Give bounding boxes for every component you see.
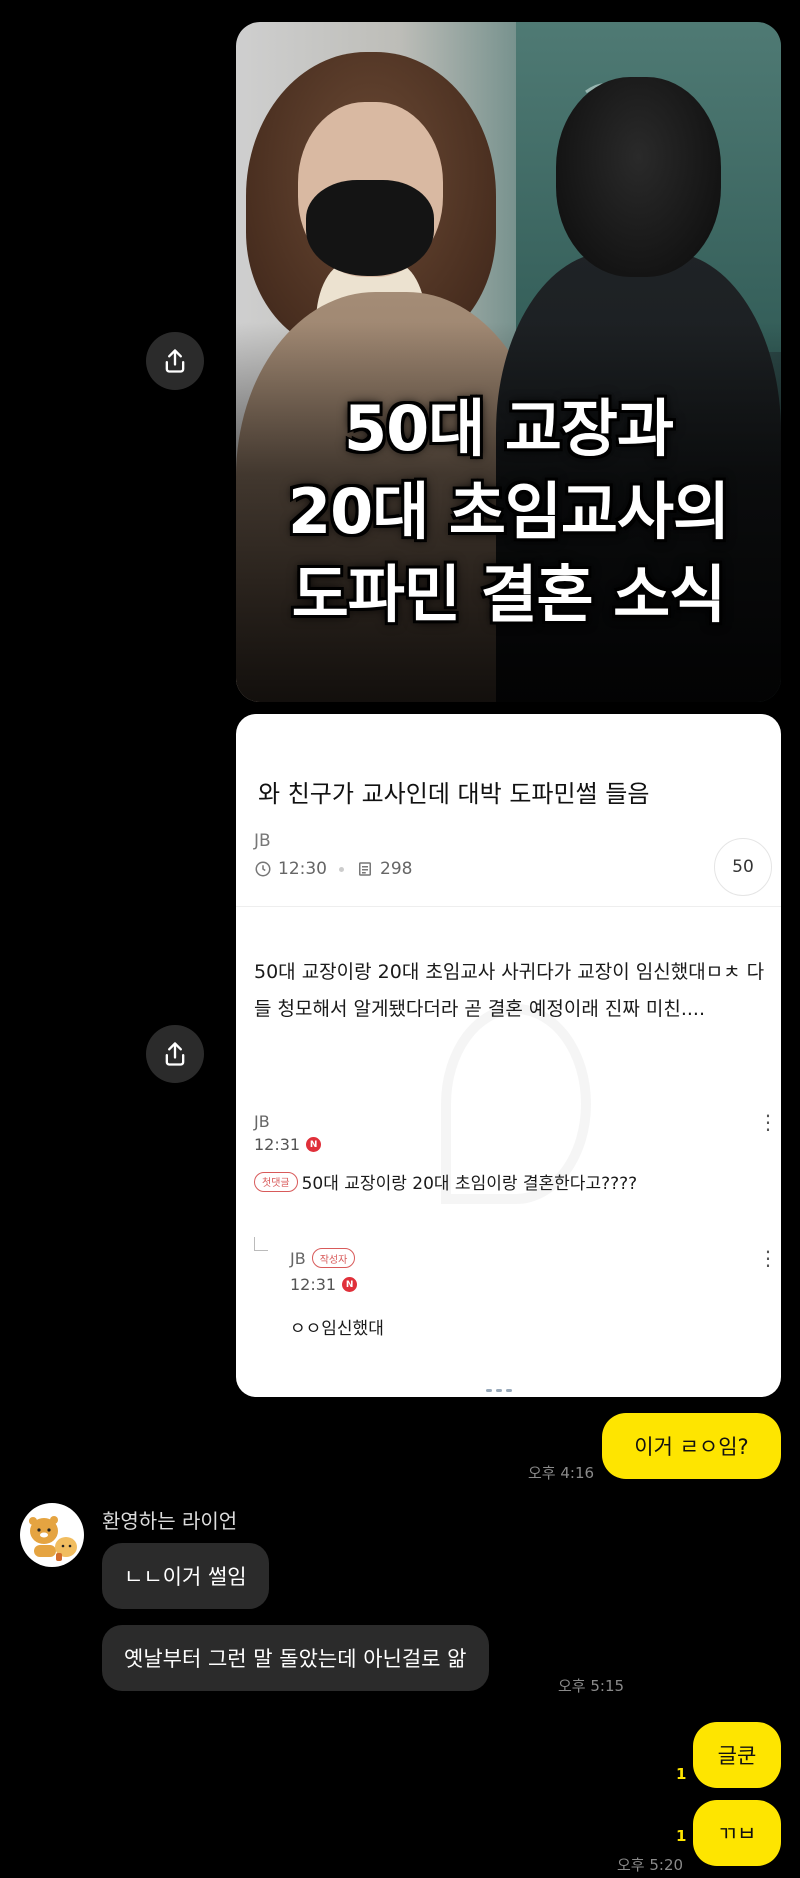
my-message-bubble[interactable]: 이거 ㄹㅇ임? bbox=[602, 1413, 781, 1479]
document-icon bbox=[359, 862, 371, 876]
comment-2-author-row: JB 작성자 bbox=[290, 1248, 356, 1268]
image-headline: 50대 교장과 20대 초임교사의 도파민 결혼 소식 bbox=[236, 387, 781, 636]
unread-count: 1 bbox=[676, 1827, 687, 1845]
share-icon bbox=[165, 1042, 185, 1066]
comment-2-time-text: 12:31 bbox=[290, 1275, 337, 1294]
message-time: 오후 4:16 bbox=[528, 1464, 595, 1482]
post-meta: 12:30 298 bbox=[254, 859, 412, 879]
scroll-indicator bbox=[486, 1389, 512, 1392]
message-time: 오후 5:15 bbox=[558, 1677, 625, 1695]
headline-line-1: 50대 교장과 bbox=[343, 392, 674, 465]
new-badge: N bbox=[342, 1277, 358, 1292]
unread-count: 1 bbox=[676, 1765, 687, 1783]
more-vertical-icon[interactable]: ⋮ bbox=[758, 1248, 778, 1268]
headline-line-3: 도파민 결혼 소식 bbox=[291, 558, 726, 631]
post-title: 와 친구가 교사인데 대박 도파민썰 들음 bbox=[258, 780, 650, 808]
clock-icon bbox=[255, 861, 271, 877]
ryan-character-avatar[interactable] bbox=[20, 1503, 84, 1567]
comment-1: 첫댓글 50대 교장이랑 20대 초임이랑 결혼한다고???? bbox=[254, 1169, 637, 1194]
comment-count-badge: 50 bbox=[714, 838, 772, 896]
comment-2-author: JB bbox=[290, 1248, 306, 1268]
share-button-post[interactable] bbox=[146, 1025, 204, 1083]
more-vertical-icon[interactable]: ⋮ bbox=[758, 1112, 778, 1132]
share-icon bbox=[165, 349, 185, 373]
avatar-image bbox=[29, 1516, 77, 1561]
my-message-bubble[interactable]: ㄲㅂ bbox=[693, 1800, 781, 1866]
first-comment-tag: 첫댓글 bbox=[254, 1171, 298, 1192]
comment-2-time: 12:31 N bbox=[290, 1275, 358, 1294]
writer-tag: 작성자 bbox=[311, 1248, 356, 1268]
comment-1-time-text: 12:31 bbox=[254, 1135, 301, 1154]
headline-line-2: 20대 초임교사의 bbox=[287, 475, 730, 548]
post-divider bbox=[236, 906, 781, 907]
post-views: 298 bbox=[380, 859, 413, 879]
shared-post-screenshot[interactable]: 와 친구가 교사인데 대박 도파민썰 들음 JB 12:30 298 50 50… bbox=[236, 714, 781, 1397]
black-face-mask bbox=[306, 180, 434, 276]
man-head bbox=[556, 77, 721, 277]
new-badge: N bbox=[306, 1137, 322, 1152]
post-author: JB bbox=[254, 831, 271, 851]
comment-1-time: 12:31 N bbox=[254, 1135, 322, 1154]
other-message-bubble[interactable]: ㄴㄴ이거 썰임 bbox=[102, 1543, 269, 1609]
reply-indicator bbox=[254, 1237, 268, 1251]
meta-separator bbox=[339, 866, 344, 872]
comment-1-author: JB bbox=[254, 1112, 270, 1131]
comment-1-text: 50대 교장이랑 20대 초임이랑 결혼한다고???? bbox=[301, 1174, 638, 1194]
comment-2-text: ㅇㅇ임신했대 bbox=[290, 1319, 384, 1339]
post-time: 12:30 bbox=[278, 859, 327, 879]
shared-news-image[interactable]: 50대 교장과 20대 초임교사의 도파민 결혼 소식 bbox=[236, 22, 781, 702]
post-body: 50대 교장이랑 20대 초임교사 사귀다가 교장이 임신했대ㅁㅊ 다들 청모해… bbox=[254, 961, 765, 1020]
share-button-image[interactable] bbox=[146, 332, 204, 390]
other-message-bubble[interactable]: 옛날부터 그런 말 돌았는데 아닌걸로 앎 bbox=[102, 1625, 489, 1691]
sender-name: 환영하는 라이언 bbox=[102, 1509, 238, 1533]
my-message-bubble[interactable]: 글쿤 bbox=[693, 1722, 781, 1788]
message-time: 오후 5:20 bbox=[617, 1856, 684, 1874]
comment-2: ㅇㅇ임신했대 bbox=[290, 1314, 384, 1339]
